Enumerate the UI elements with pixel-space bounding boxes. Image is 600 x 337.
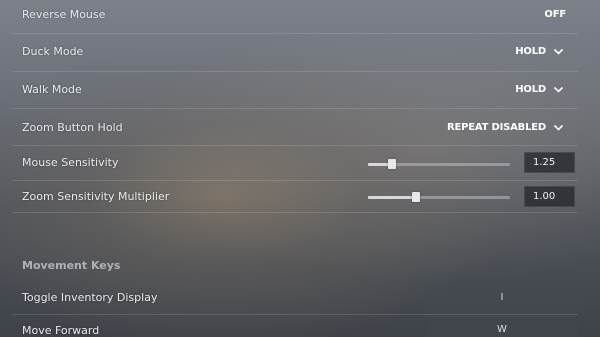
setting-row-walk-mode[interactable]: Walk Mode HOLD	[12, 72, 578, 109]
chevron-down-icon	[553, 48, 564, 55]
setting-label: Mouse Sensitivity	[22, 156, 119, 169]
slider-handle[interactable]	[388, 159, 397, 169]
section-title-movement-keys: Movement Keys	[22, 259, 121, 272]
setting-label: Zoom Button Hold	[22, 121, 123, 134]
mouse-sensitivity-slider[interactable]	[368, 159, 510, 169]
reverse-mouse-toggle[interactable]: OFF	[544, 9, 566, 20]
keybind-button-move-forward[interactable]: W	[426, 315, 578, 337]
keybind-label: Toggle Inventory Display	[22, 291, 158, 304]
setting-value: HOLD	[515, 84, 546, 95]
chevron-down-icon	[553, 86, 564, 93]
mouse-sensitivity-input[interactable]: 1.25	[524, 152, 575, 173]
setting-value: REPEAT DISABLED	[446, 122, 546, 133]
setting-label: Zoom Sensitivity Multiplier	[22, 190, 170, 203]
setting-value: HOLD	[515, 46, 546, 57]
setting-row-mouse-sensitivity: Mouse Sensitivity 1.25	[12, 146, 578, 181]
setting-row-reverse-mouse[interactable]: Reverse Mouse OFF	[12, 0, 578, 34]
setting-value: OFF	[544, 9, 566, 20]
setting-label: Reverse Mouse	[22, 8, 106, 21]
setting-row-duck-mode[interactable]: Duck Mode HOLD	[12, 34, 578, 72]
walk-mode-dropdown[interactable]: HOLD	[515, 84, 564, 95]
setting-row-zoom-button-hold[interactable]: Zoom Button Hold REPEAT DISABLED	[12, 109, 578, 146]
slider-fill	[368, 196, 417, 199]
duck-mode-dropdown[interactable]: HOLD	[515, 46, 564, 57]
keybind-button-toggle-inventory[interactable]: I	[426, 281, 578, 314]
zoom-sensitivity-slider[interactable]	[368, 192, 510, 202]
slider-handle[interactable]	[412, 192, 421, 202]
chevron-down-icon	[553, 124, 564, 131]
zoom-button-hold-dropdown[interactable]: REPEAT DISABLED	[447, 122, 564, 133]
setting-row-zoom-sensitivity: Zoom Sensitivity Multiplier 1.00	[12, 181, 578, 213]
zoom-sensitivity-input[interactable]: 1.00	[524, 186, 575, 207]
setting-label: Duck Mode	[22, 45, 84, 58]
keybind-label: Move Forward	[22, 324, 100, 337]
setting-label: Walk Mode	[22, 83, 82, 96]
settings-panel: Reverse Mouse OFF Duck Mode HOLD Walk Mo…	[0, 0, 600, 337]
